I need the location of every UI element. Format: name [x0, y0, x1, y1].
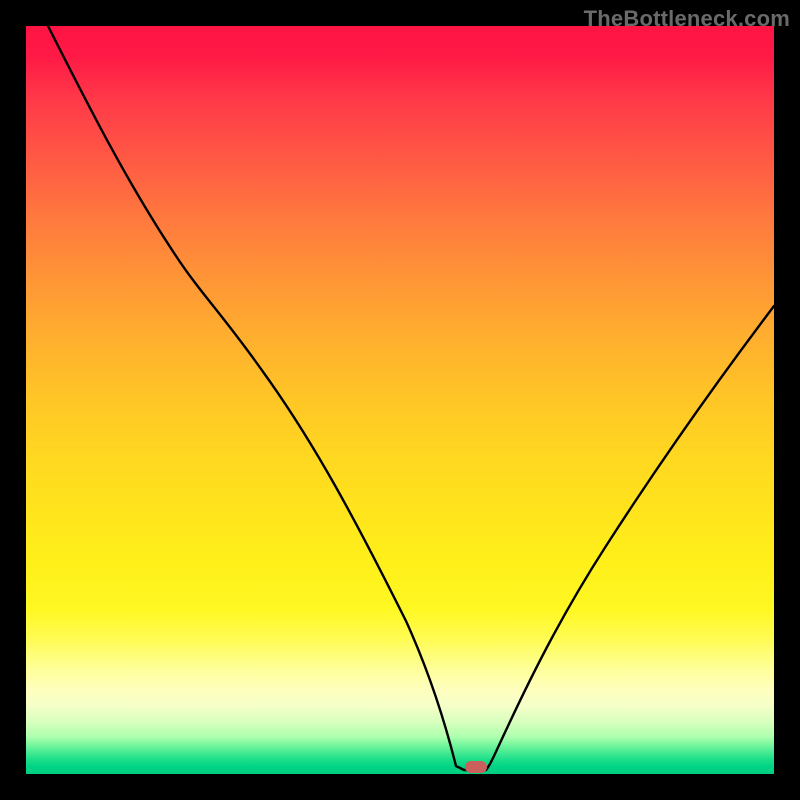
bottleneck-curve: [48, 26, 774, 770]
chart-frame: TheBottleneck.com: [0, 0, 800, 800]
plot-area: [26, 26, 774, 774]
curve-svg: [26, 26, 774, 774]
min-marker: [465, 761, 487, 773]
